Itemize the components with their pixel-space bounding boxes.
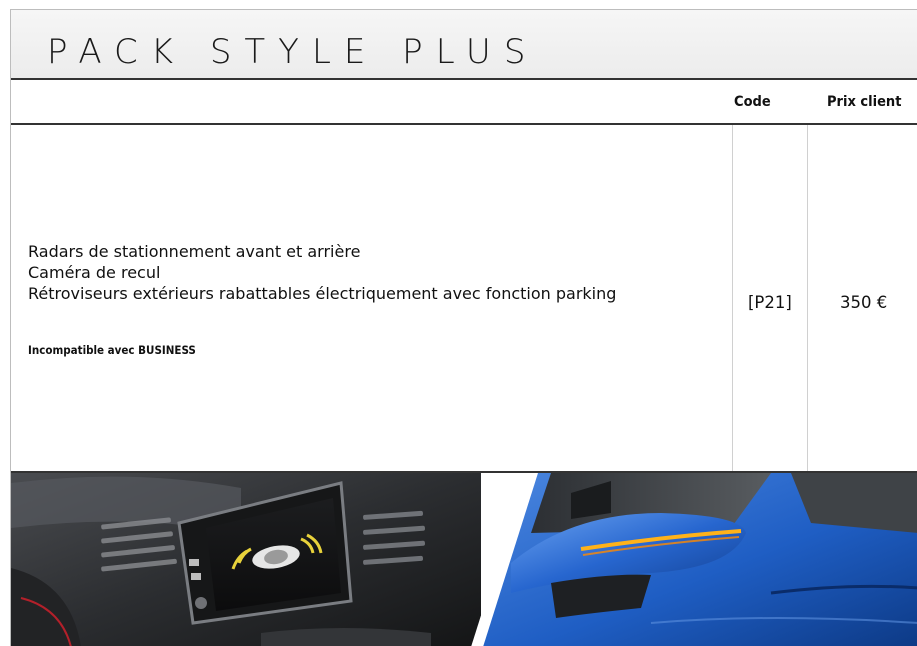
feature-item: Caméra de recul xyxy=(28,263,161,282)
photo-strip xyxy=(11,473,917,646)
title-bar: PACK STYLE PLUS xyxy=(11,10,917,78)
column-header-price: Prix client xyxy=(827,94,902,110)
pack-title: PACK STYLE PLUS xyxy=(47,32,539,72)
column-divider xyxy=(807,125,808,471)
column-header-code: Code xyxy=(734,94,771,110)
feature-item: Rétroviseurs extérieurs rabattables élec… xyxy=(28,284,617,303)
feature-item: Radars de stationnement avant et arrière xyxy=(28,242,361,261)
feature-list: Radars de stationnement avant et arrière… xyxy=(28,241,728,304)
column-divider xyxy=(732,125,733,471)
pack-card: PACK STYLE PLUS Code Prix client Radars … xyxy=(10,9,917,646)
dashboard-parking-display-photo xyxy=(11,473,481,646)
table-header: Code Prix client xyxy=(11,80,917,123)
table-row: Radars de stationnement avant et arrière… xyxy=(11,125,917,471)
blue-side-mirror-photo xyxy=(483,473,917,646)
option-code: [P21] xyxy=(748,293,792,312)
option-price: 350 € xyxy=(840,293,888,312)
incompatibility-note: Incompatible avec BUSINESS xyxy=(28,343,196,357)
